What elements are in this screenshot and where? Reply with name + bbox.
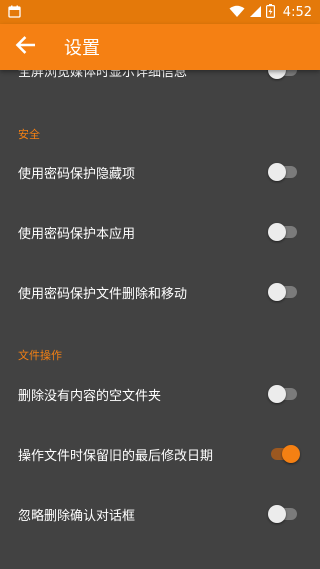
calendar-icon	[8, 3, 21, 22]
section-header-file-operations: 文件操作	[18, 349, 62, 362]
setting-label: 使用密码保护本应用	[18, 226, 136, 242]
setting-label: 使用密码保护文件删除和移动	[18, 286, 188, 302]
status-bar: 4:52	[0, 0, 320, 24]
settings-list[interactable]: 全屏浏览媒体时显示详细信息 安全 使用密码保护隐藏项 使用密码保护本应用 使用密…	[0, 70, 320, 569]
back-button[interactable]	[2, 24, 48, 70]
page-title: 设置	[64, 38, 100, 59]
status-time: 4:52	[282, 4, 312, 20]
toggle-switch[interactable]	[268, 444, 300, 464]
setting-protect-delete-move[interactable]: 使用密码保护文件删除和移动	[0, 262, 320, 322]
toggle-switch[interactable]	[268, 282, 300, 302]
setting-skip-delete-confirmation[interactable]: 忽略删除确认对话框	[0, 484, 320, 544]
app-bar: 设置	[0, 24, 320, 70]
setting-label: 忽略删除确认对话框	[18, 508, 136, 524]
section-header-security: 安全	[18, 128, 40, 141]
setting-protect-app[interactable]: 使用密码保护本应用	[0, 202, 320, 262]
signal-icon	[249, 3, 262, 22]
setting-keep-last-modified[interactable]: 操作文件时保留旧的最后修改日期	[0, 424, 320, 484]
setting-show-details-fullscreen[interactable]: 全屏浏览媒体时显示详细信息	[0, 70, 320, 100]
toggle-switch[interactable]	[268, 384, 300, 404]
setting-label: 删除没有内容的空文件夹	[18, 388, 162, 404]
toggle-switch[interactable]	[268, 70, 300, 80]
toggle-switch[interactable]	[268, 222, 300, 242]
battery-icon	[265, 3, 275, 22]
setting-label: 全屏浏览媒体时显示详细信息	[18, 70, 188, 80]
toggle-switch[interactable]	[268, 504, 300, 524]
setting-delete-empty-folders[interactable]: 删除没有内容的空文件夹	[0, 364, 320, 424]
setting-label: 操作文件时保留旧的最后修改日期	[18, 448, 214, 464]
setting-protect-hidden-items[interactable]: 使用密码保护隐藏项	[0, 142, 320, 202]
arrow-left-icon	[15, 36, 36, 58]
setting-label: 使用密码保护隐藏项	[18, 166, 136, 182]
toggle-switch[interactable]	[268, 162, 300, 182]
wifi-icon	[229, 3, 245, 22]
